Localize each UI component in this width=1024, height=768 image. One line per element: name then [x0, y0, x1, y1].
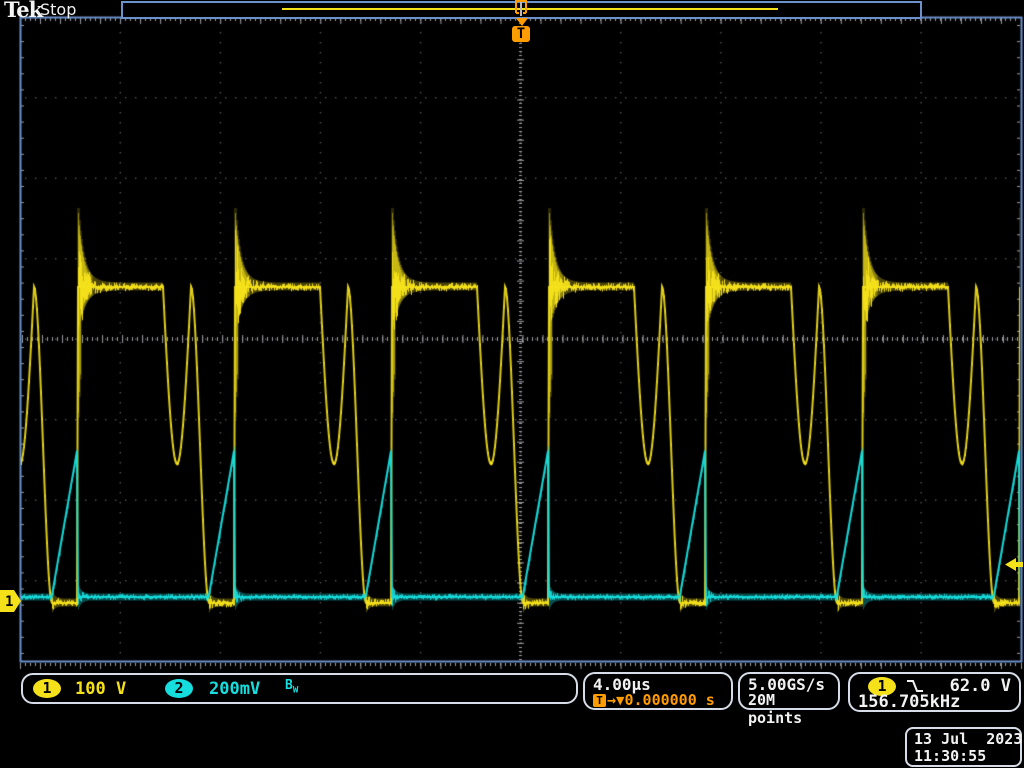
ch2-badge[interactable]: 2 — [165, 679, 193, 698]
timebase-readout-box[interactable]: 4.00µs T→▼0.000000 s — [583, 672, 733, 710]
channel-readout-box[interactable]: 1 100 V 2 200mV BW — [21, 673, 578, 704]
trigger-flag[interactable]: T — [512, 26, 530, 42]
time-text: 11:30:55 — [914, 747, 986, 765]
tek-logo: Tek — [4, 0, 42, 22]
trigger-readout-box[interactable]: 1 62.0 V 156.705kHz — [848, 672, 1021, 712]
svg-text:1: 1 — [5, 594, 13, 610]
ch1-ground-marker[interactable]: 1 — [0, 590, 23, 613]
ch1-scale-readout: 100 V — [75, 679, 126, 699]
trigger-level-arrow[interactable] — [1003, 557, 1023, 572]
date-text: 13 Jul 2023 — [914, 730, 1022, 748]
trigger-position-icon[interactable] — [513, 0, 529, 17]
trigger-delay-readout: T→▼0.000000 s — [593, 691, 715, 709]
trigger-position-pointer-icon[interactable] — [516, 18, 528, 26]
trigger-delay-value: 0.000000 s — [625, 691, 715, 709]
acquisition-readout-box[interactable]: 5.00GS/s 20M points — [738, 672, 840, 710]
waveform-display — [0, 0, 1024, 768]
ch1-badge[interactable]: 1 — [33, 679, 61, 698]
record-length-line — [282, 8, 778, 10]
ch2-scale-readout: 200mV — [209, 679, 260, 699]
trigger-delay-flag-icon: T — [593, 694, 606, 707]
oscilloscope-screen: Tek Stop T 1 1 100 V 2 200mV BW 4.00µs T… — [0, 0, 1024, 768]
datetime-box: 13 Jul 2023 11:30:55 — [905, 727, 1022, 767]
record-length-readout: 20M points — [748, 691, 838, 727]
trigger-frequency-readout: 156.705kHz — [858, 692, 960, 712]
bandwidth-limit-indicator: BW — [285, 678, 298, 696]
acquisition-status: Stop — [40, 0, 76, 19]
